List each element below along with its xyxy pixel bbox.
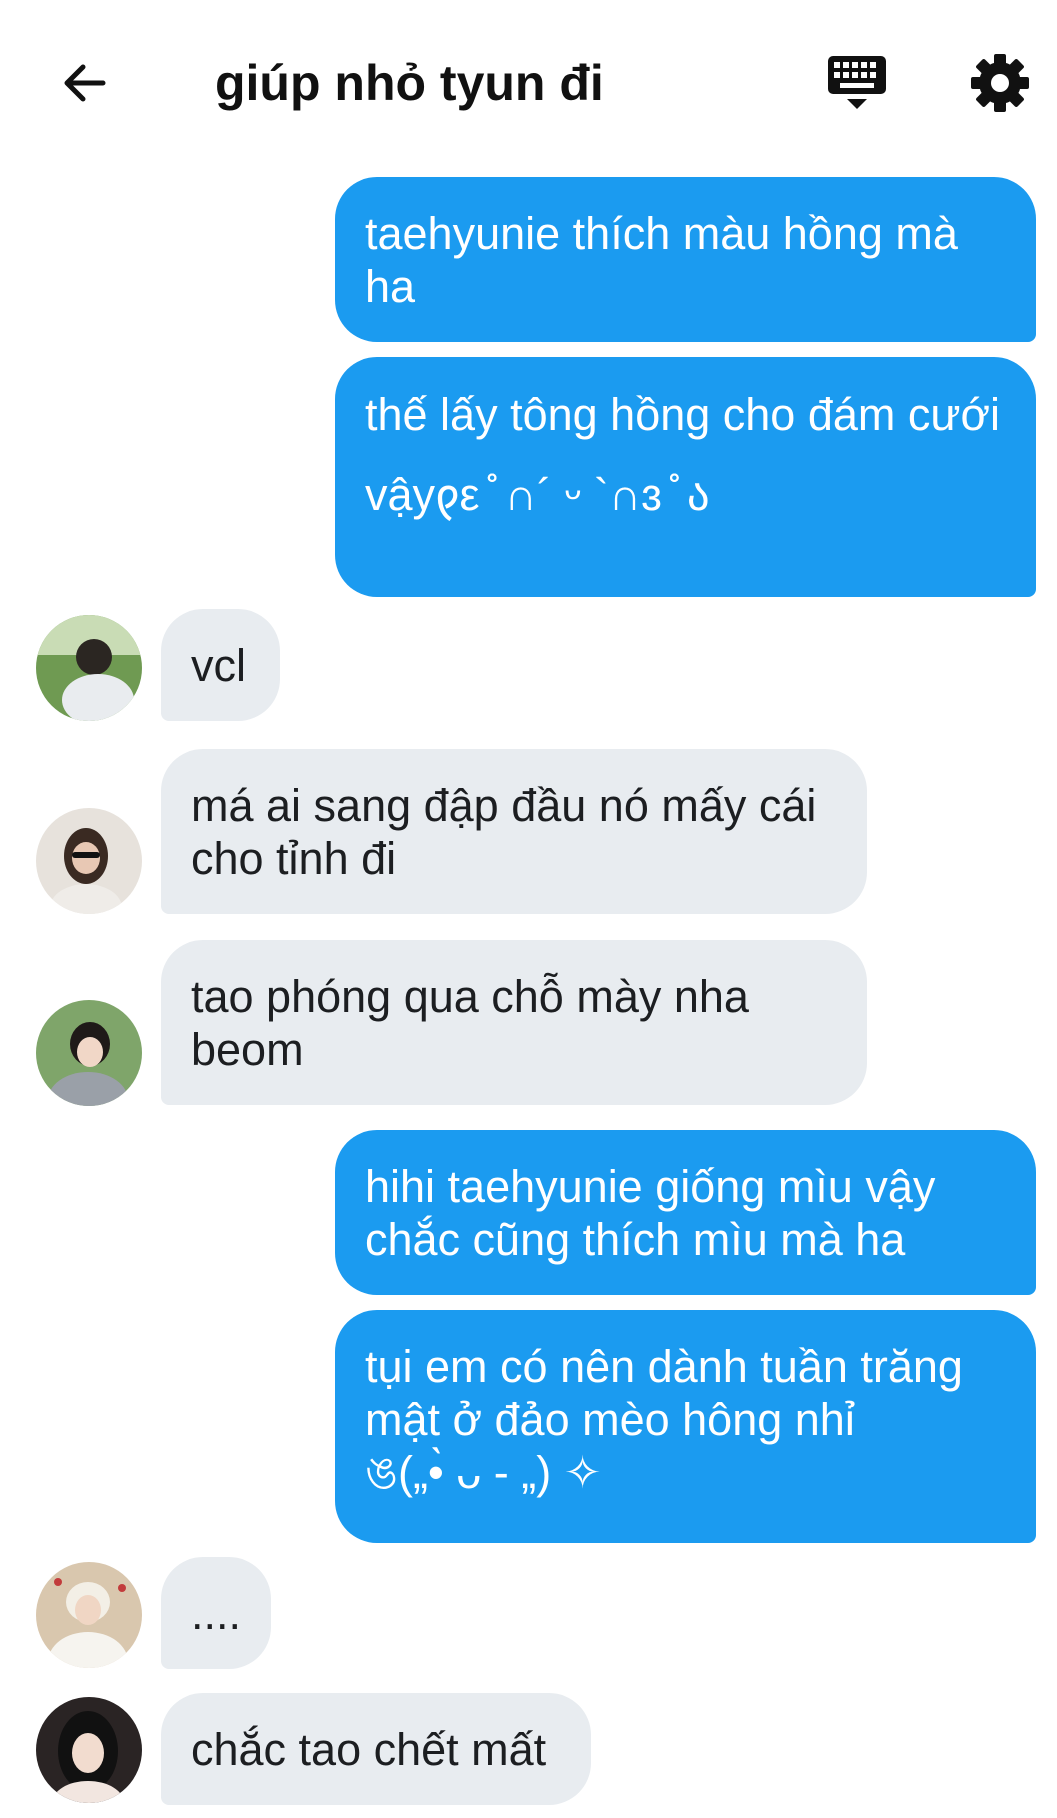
keyboard-button[interactable]	[822, 48, 892, 118]
arrow-left-icon	[64, 64, 106, 102]
chat-title: giúp nhỏ tyun đi	[215, 55, 604, 111]
avatar[interactable]	[36, 1697, 142, 1803]
message-bubble-incoming[interactable]: chắc tao chết mất	[161, 1693, 591, 1805]
gear-icon	[971, 54, 1029, 112]
keyboard-icon	[828, 56, 886, 109]
message-bubble-incoming[interactable]: ....	[161, 1557, 271, 1669]
message-bubble-incoming[interactable]: vcl	[161, 609, 280, 721]
message-bubble-outgoing[interactable]: taehyunie thích màu hồng mà ha	[335, 177, 1036, 342]
avatar[interactable]	[36, 1562, 142, 1668]
avatar[interactable]	[36, 808, 142, 914]
message-bubble-outgoing[interactable]: thế lấy tông hồng cho đám cưới vậy𐑞ε ̊̊ …	[335, 357, 1036, 597]
message-bubble-incoming[interactable]: má ai sang đập đầu nó mấy cái cho tỉnh đ…	[161, 749, 867, 914]
avatar[interactable]	[36, 1000, 142, 1106]
chat-header: giúp nhỏ tyun đi	[0, 0, 1057, 160]
message-bubble-incoming[interactable]: tao phóng qua chỗ mày nha beom	[161, 940, 867, 1105]
message-bubble-outgoing[interactable]: tụi em có nên dành tuần trăng mật ở đảo …	[335, 1310, 1036, 1543]
settings-button[interactable]	[965, 48, 1035, 118]
back-button[interactable]	[50, 48, 120, 118]
avatar[interactable]	[36, 615, 142, 721]
message-bubble-outgoing[interactable]: hihi taehyunie giống mìu vậy chắc cũng t…	[335, 1130, 1036, 1295]
